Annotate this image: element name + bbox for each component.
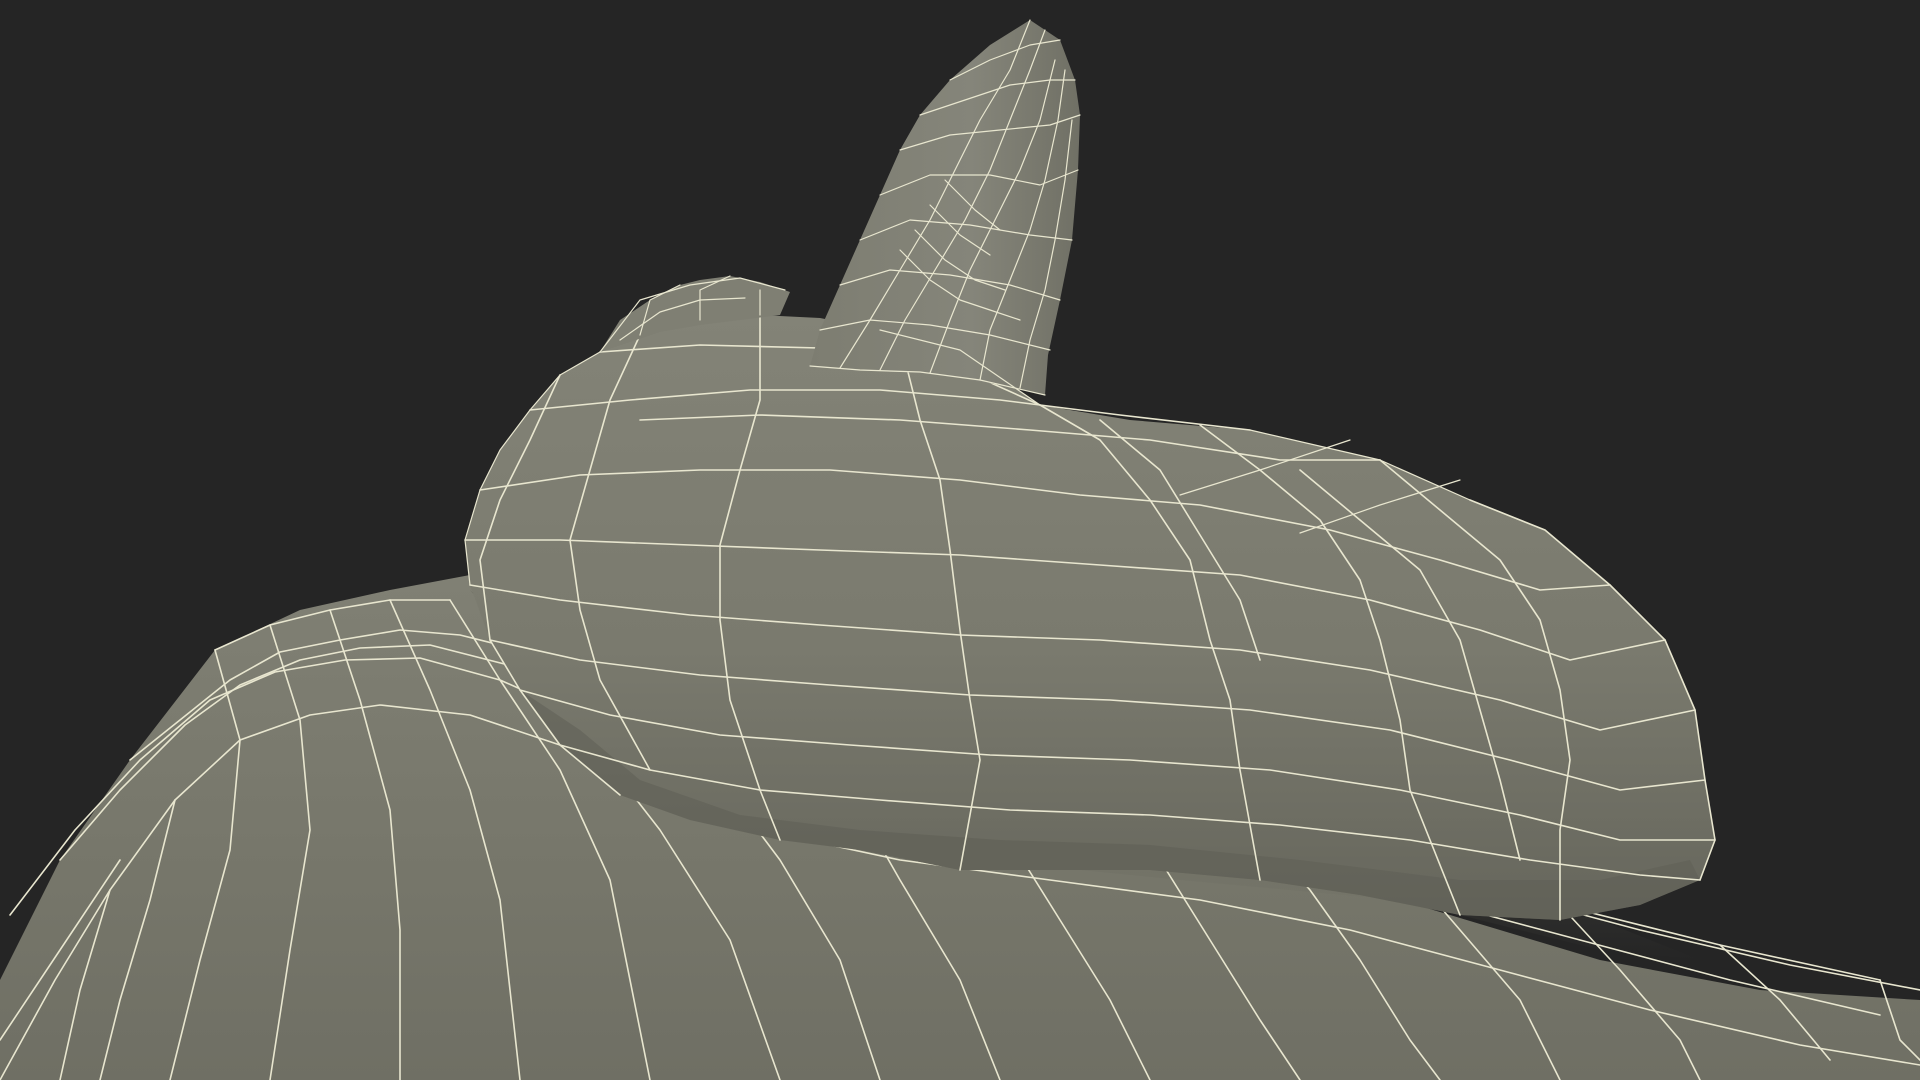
tip-surface [810, 20, 1080, 395]
wireframe-model [0, 19, 1920, 1080]
tip [809, 19, 1081, 396]
render-viewport [0, 0, 1920, 1080]
